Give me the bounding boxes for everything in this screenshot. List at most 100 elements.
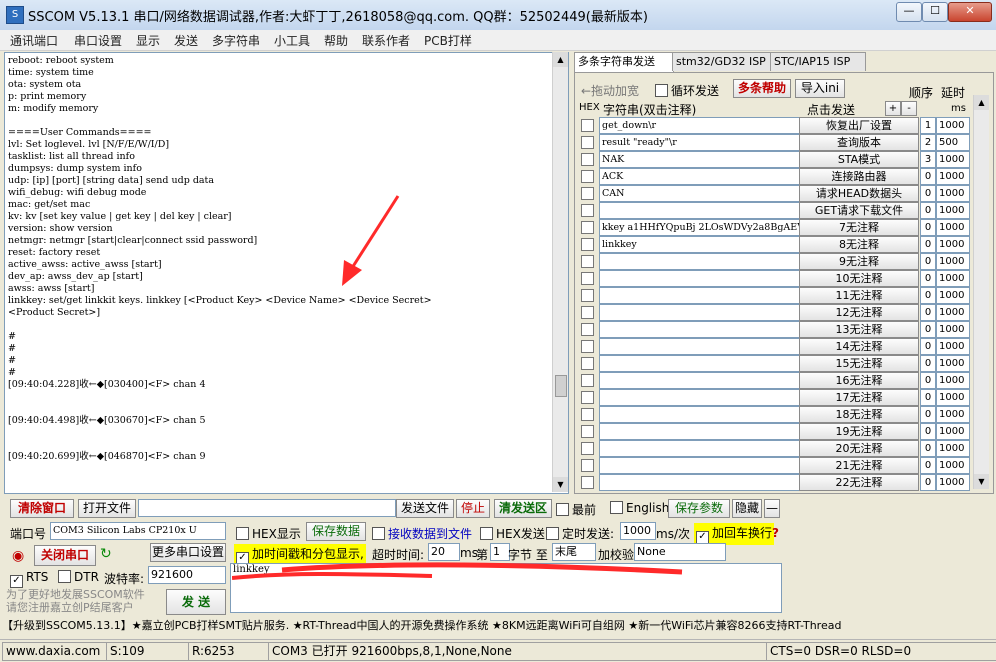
hex-display-checkbox[interactable]: HEX显示 <box>236 525 301 542</box>
row-order-input[interactable]: 0 <box>920 372 936 389</box>
row-delay-input[interactable]: 1000 <box>936 389 970 406</box>
row-command-input[interactable] <box>599 202 800 219</box>
row-command-input[interactable]: kkey a1HHfYQpuBj 2LOsWDVy2a8BgAEV <box>599 219 800 236</box>
row-delay-input[interactable]: 1000 <box>936 440 970 457</box>
ad-ticker[interactable]: 【升级到SSCOM5.13.1】★嘉立创PCB打样SMT贴片服务. ★RT-Th… <box>2 617 994 635</box>
row-command-input[interactable] <box>599 440 800 457</box>
english-checkbox[interactable]: English <box>610 501 669 515</box>
row-hex-checkbox[interactable] <box>581 391 594 404</box>
row-send-button[interactable]: 20无注释 <box>799 440 919 457</box>
console-scrollbar[interactable]: ▲ ▼ <box>552 52 568 492</box>
menu-item-serial-settings[interactable]: 串口设置 <box>74 32 122 49</box>
row-command-input[interactable] <box>599 304 800 321</box>
row-hex-checkbox[interactable] <box>581 374 594 387</box>
row-delay-input[interactable]: 1000 <box>936 406 970 423</box>
row-hex-checkbox[interactable] <box>581 357 594 370</box>
row-hex-checkbox[interactable] <box>581 408 594 421</box>
row-delay-input[interactable]: 1000 <box>936 457 970 474</box>
row-send-button[interactable]: 请求HEAD数据头 <box>799 185 919 202</box>
row-send-button[interactable]: 14无注释 <box>799 338 919 355</box>
loop-send-checkbox[interactable]: 循环发送 <box>655 82 719 99</box>
row-order-input[interactable]: 0 <box>920 423 936 440</box>
row-command-input[interactable]: get_down\r <box>599 117 800 134</box>
checksum-select[interactable]: None <box>634 543 726 561</box>
row-send-button[interactable]: 8无注释 <box>799 236 919 253</box>
port-select[interactable]: COM3 Silicon Labs CP210x U <box>50 522 226 540</box>
row-send-button[interactable]: 15无注释 <box>799 355 919 372</box>
row-delay-input[interactable]: 1000 <box>936 372 970 389</box>
send-button[interactable]: 发 送 <box>166 589 226 615</box>
row-order-input[interactable]: 3 <box>920 151 936 168</box>
baud-select[interactable]: 921600 <box>148 566 226 584</box>
file-path-input[interactable] <box>138 499 396 517</box>
row-delay-input[interactable]: 1000 <box>936 338 970 355</box>
row-order-input[interactable]: 0 <box>920 338 936 355</box>
row-send-button[interactable]: 7无注释 <box>799 219 919 236</box>
row-hex-checkbox[interactable] <box>581 442 594 455</box>
row-send-button[interactable]: STA模式 <box>799 151 919 168</box>
row-send-button[interactable]: 查询版本 <box>799 134 919 151</box>
save-data-button[interactable]: 保存数据 <box>306 522 366 541</box>
row-order-input[interactable]: 0 <box>920 440 936 457</box>
row-hex-checkbox[interactable] <box>581 425 594 438</box>
scroll-down-icon[interactable]: ▼ <box>553 477 568 492</box>
timed-send-checkbox[interactable]: 定时发送: <box>546 525 614 542</box>
row-hex-checkbox[interactable] <box>581 459 594 472</box>
row-delay-input[interactable]: 500 <box>936 134 970 151</box>
row-delay-input[interactable]: 1000 <box>936 321 970 338</box>
collapse-button[interactable]: — <box>764 499 780 518</box>
row-hex-checkbox[interactable] <box>581 323 594 336</box>
row-delay-input[interactable]: 1000 <box>936 287 970 304</box>
row-delay-input[interactable]: 1000 <box>936 253 970 270</box>
row-send-button[interactable]: 17无注释 <box>799 389 919 406</box>
save-params-button[interactable]: 保存参数 <box>668 499 730 518</box>
row-send-button[interactable]: 19无注释 <box>799 423 919 440</box>
row-command-input[interactable] <box>599 423 800 440</box>
row-delay-input[interactable]: 1000 <box>936 270 970 287</box>
row-hex-checkbox[interactable] <box>581 204 594 217</box>
row-order-input[interactable]: 0 <box>920 457 936 474</box>
open-file-button[interactable]: 打开文件 <box>78 499 136 518</box>
menu-item-pcb[interactable]: PCB打样 <box>424 32 472 49</box>
row-command-input[interactable] <box>599 338 800 355</box>
row-send-button[interactable]: 22无注释 <box>799 474 919 491</box>
row-delay-input[interactable]: 1000 <box>936 236 970 253</box>
row-order-input[interactable]: 0 <box>920 219 936 236</box>
row-order-input[interactable]: 2 <box>920 134 936 151</box>
row-command-input[interactable] <box>599 406 800 423</box>
row-send-button[interactable]: 18无注释 <box>799 406 919 423</box>
row-delay-input[interactable]: 1000 <box>936 355 970 372</box>
receive-console[interactable]: reboot: reboot system time: system time … <box>4 52 569 494</box>
scroll-up-icon[interactable]: ▲ <box>553 52 568 67</box>
row-order-input[interactable]: 0 <box>920 406 936 423</box>
tab-stm32-isp[interactable]: stm32/GD32 ISP <box>672 52 772 71</box>
row-hex-checkbox[interactable] <box>581 153 594 166</box>
scroll-thumb[interactable] <box>555 375 567 397</box>
row-order-input[interactable]: 0 <box>920 287 936 304</box>
row-command-input[interactable] <box>599 474 800 491</box>
tab-stc-isp[interactable]: STC/IAP15 ISP <box>770 52 866 71</box>
row-delay-input[interactable]: 1000 <box>936 117 970 134</box>
row-delay-input[interactable]: 1000 <box>936 151 970 168</box>
multi-help-button[interactable]: 多条帮助 <box>733 79 791 98</box>
clear-send-button[interactable]: 清发送区 <box>494 499 552 518</box>
row-command-input[interactable] <box>599 270 800 287</box>
menu-item-port[interactable]: 通讯端口 <box>10 32 58 49</box>
add-crlf-checkbox[interactable]: 加回车换行 <box>694 523 775 545</box>
minimize-button[interactable]: — <box>896 2 922 22</box>
row-order-input[interactable]: 0 <box>920 389 936 406</box>
row-delay-input[interactable]: 1000 <box>936 474 970 491</box>
row-send-button[interactable]: 16无注释 <box>799 372 919 389</box>
help-question-icon[interactable]: ? <box>772 526 779 540</box>
row-hex-checkbox[interactable] <box>581 136 594 149</box>
row-send-button[interactable]: GET请求下载文件 <box>799 202 919 219</box>
drag-widen-label[interactable]: ←拖动加宽 <box>581 82 639 99</box>
end-select[interactable]: 末尾 <box>552 543 596 561</box>
import-ini-button[interactable]: 导入ini <box>795 79 845 98</box>
row-hex-checkbox[interactable] <box>581 272 594 285</box>
timeout-input[interactable]: 20 <box>428 543 460 561</box>
row-delay-input[interactable]: 1000 <box>936 219 970 236</box>
row-hex-checkbox[interactable] <box>581 476 594 489</box>
row-order-input[interactable]: 0 <box>920 304 936 321</box>
row-send-button[interactable]: 21无注释 <box>799 457 919 474</box>
